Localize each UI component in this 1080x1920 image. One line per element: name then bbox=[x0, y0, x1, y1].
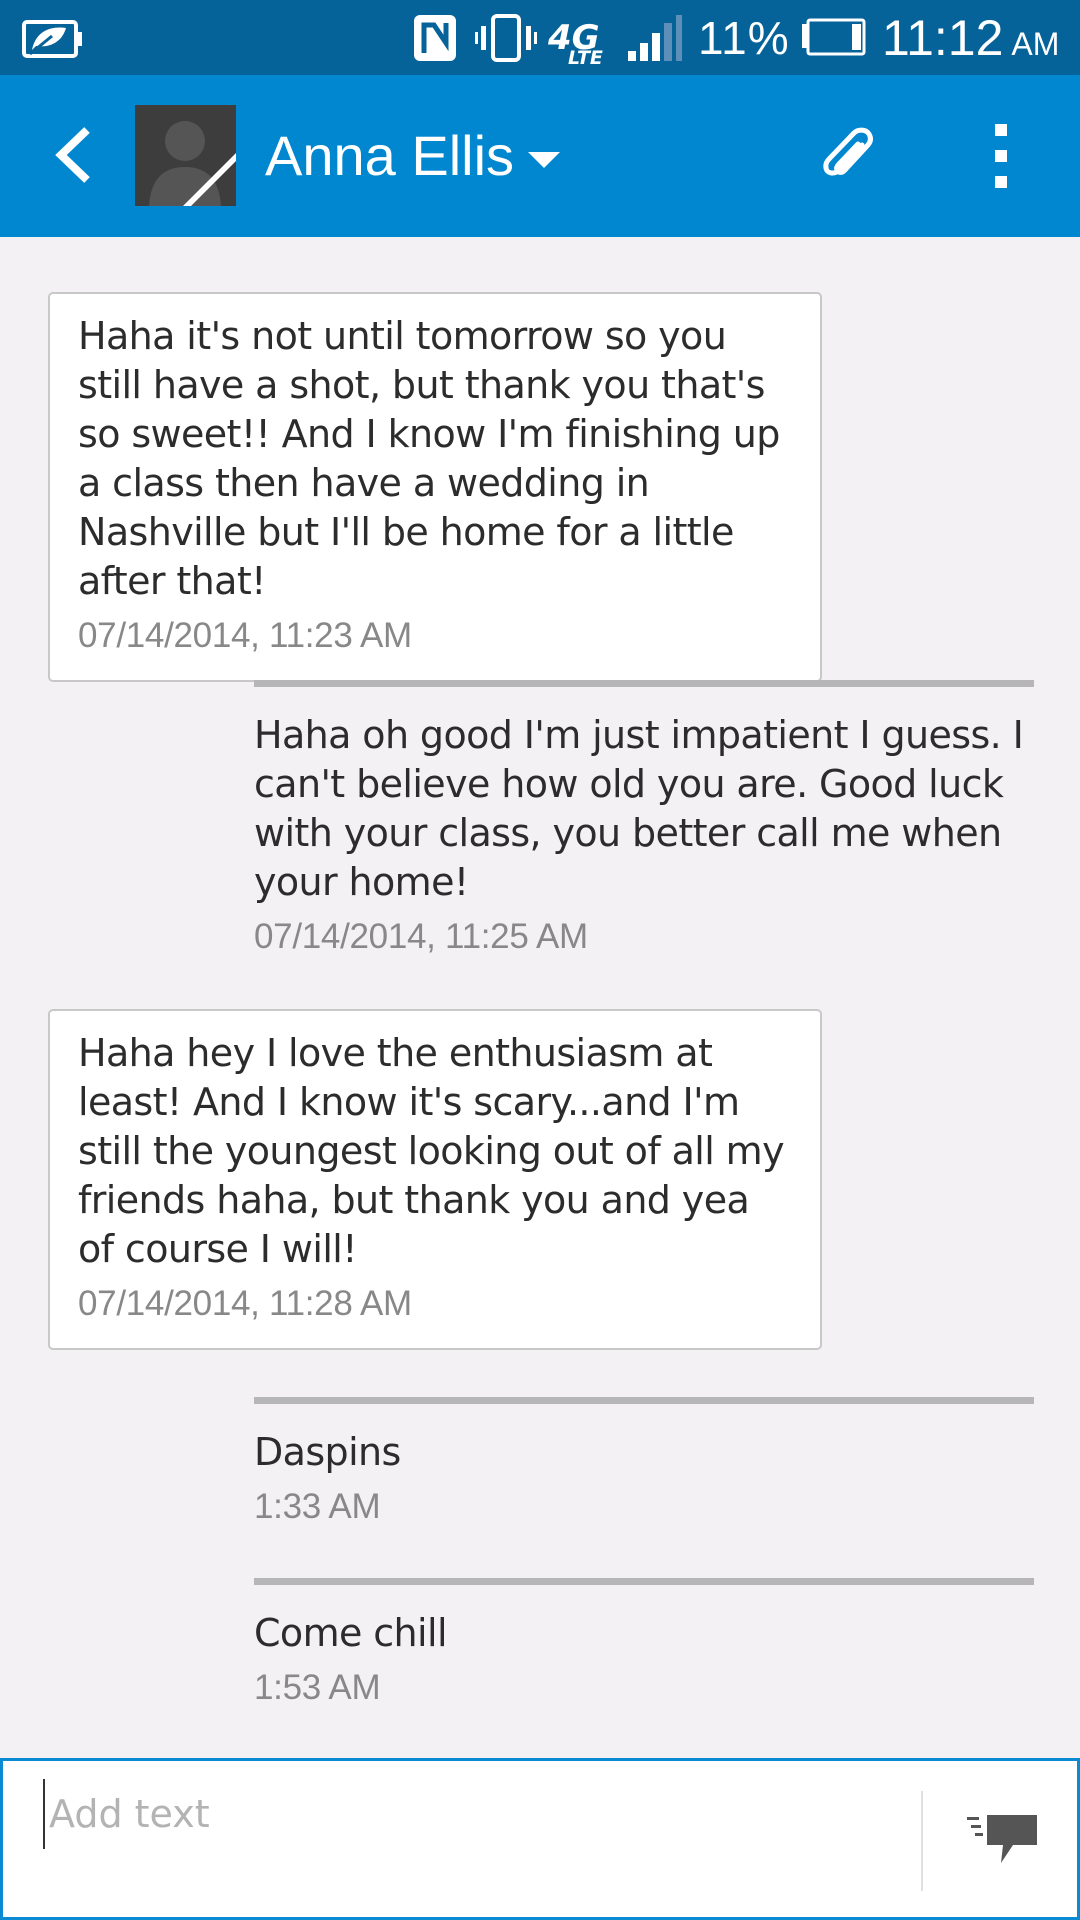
message-text: Haha it's not until tomorrow so you stil… bbox=[78, 314, 792, 603]
attach-button[interactable] bbox=[812, 120, 884, 192]
message-timestamp: 07/14/2014, 11:28 AM bbox=[78, 1284, 412, 1323]
nfc-icon bbox=[412, 0, 458, 75]
message-timestamp: 07/14/2014, 11:25 AM bbox=[254, 917, 588, 956]
message-timestamp: 1:53 AM bbox=[254, 1668, 381, 1707]
network-type-indicator: 4G LTE bbox=[548, 0, 603, 75]
message-incoming[interactable]: Haha it's not until tomorrow so you stil… bbox=[48, 292, 822, 682]
back-button[interactable] bbox=[38, 120, 108, 190]
message-text: Haha oh good I'm just impatient I guess.… bbox=[254, 713, 1035, 904]
contact-name: Anna Ellis bbox=[265, 124, 515, 187]
more-options-button[interactable] bbox=[970, 120, 1032, 192]
battery-percent: 11% bbox=[698, 11, 790, 64]
message-input[interactable] bbox=[43, 1779, 909, 1849]
more-vertical-icon bbox=[995, 124, 1007, 136]
message-timestamp: 07/14/2014, 11:23 AM bbox=[78, 616, 412, 655]
caret-down-icon bbox=[528, 152, 561, 168]
signal-bars-icon bbox=[626, 0, 684, 75]
contact-name-dropdown[interactable]: Anna Ellis bbox=[265, 123, 561, 189]
back-chevron-icon bbox=[55, 127, 90, 183]
more-vertical-icon-dot bbox=[995, 176, 1007, 188]
clock-ampm: AM bbox=[1011, 26, 1060, 62]
battery-saver-leaf-icon bbox=[22, 0, 84, 75]
compose-divider bbox=[921, 1791, 923, 1891]
message-incoming[interactable]: Haha hey I love the enthusiasm at least!… bbox=[48, 1009, 822, 1350]
message-timestamp: 1:33 AM bbox=[254, 1487, 381, 1526]
contact-avatar-placeholder bbox=[135, 105, 236, 206]
vibrate-icon bbox=[475, 0, 537, 75]
message-text: Come chill bbox=[254, 1611, 448, 1655]
network-subtype-label: LTE bbox=[568, 46, 603, 69]
send-message-icon bbox=[967, 1815, 1037, 1863]
compose-bar bbox=[0, 1758, 1080, 1920]
message-list[interactable]: Haha it's not until tomorrow so you stil… bbox=[0, 237, 1080, 1758]
send-button[interactable] bbox=[958, 1786, 1048, 1896]
clock: 11:12 AM bbox=[882, 0, 1059, 75]
clock-time: 11:12 bbox=[882, 9, 1004, 66]
battery-icon bbox=[800, 0, 868, 75]
message-outgoing[interactable]: Haha oh good I'm just impatient I guess.… bbox=[254, 680, 1034, 957]
message-text: Haha hey I love the enthusiasm at least!… bbox=[78, 1031, 796, 1271]
avatar[interactable] bbox=[135, 105, 236, 206]
app-bar: Anna Ellis bbox=[0, 75, 1080, 237]
paperclip-icon bbox=[823, 127, 873, 176]
status-bar: 4G LTE 11% 11:12 AM bbox=[0, 0, 1080, 75]
message-outgoing[interactable]: Come chill 1:53 AM bbox=[254, 1578, 1034, 1708]
more-vertical-icon-dot bbox=[995, 150, 1007, 162]
message-outgoing[interactable]: Daspins 1:33 AM bbox=[254, 1397, 1034, 1527]
message-text: Daspins bbox=[254, 1430, 401, 1474]
